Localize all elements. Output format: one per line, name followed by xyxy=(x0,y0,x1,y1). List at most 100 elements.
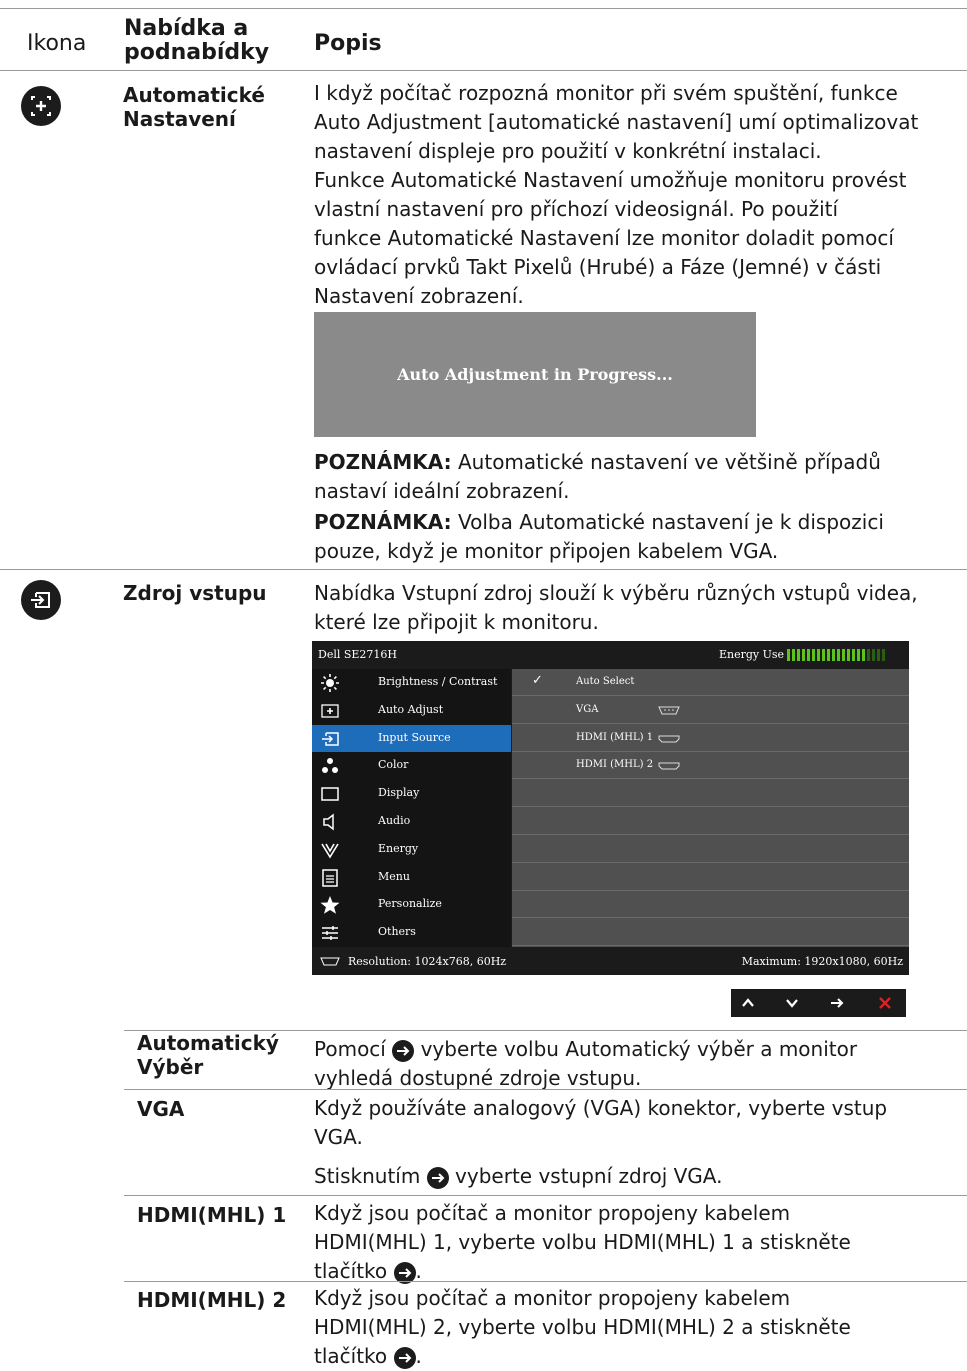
osd-submenu: ✓ Auto Select VGA HDMI (MHL) 1 HDMI (MHL) 2 xyxy=(512,669,909,947)
description-line: HDMI(MHL) 1, vyberte volbu HDMI(MHL) 1 a… xyxy=(314,1228,851,1257)
osd-menu-item-label: Display xyxy=(378,786,420,800)
energy-bar-segment xyxy=(882,649,885,661)
display-icon xyxy=(321,787,339,801)
osd-option-row xyxy=(512,891,909,919)
energy-bar-segment xyxy=(862,649,865,661)
right-arrow-button-icon xyxy=(392,1039,415,1062)
color-icon xyxy=(322,758,338,774)
close-icon[interactable] xyxy=(874,992,896,1014)
osd-menu-item[interactable]: Others xyxy=(312,919,511,946)
energy-bar-segment xyxy=(812,649,815,661)
osd-menu-item-label: Personalize xyxy=(378,897,442,911)
down-arrow-icon[interactable] xyxy=(781,992,803,1014)
description-text: HDMI(MHL) 2, vyberte volbu HDMI(MHL) 2 a… xyxy=(314,1315,851,1339)
row-rule xyxy=(124,1089,967,1090)
header-menu-column-line1: Nabídka a xyxy=(124,16,249,41)
osd-navigation-bar xyxy=(731,989,906,1017)
submenu-hdmi2-description: Když jsou počítač a monitor propojeny ka… xyxy=(314,1284,851,1371)
osd-main-menu: Brightness / Contrast Auto Adjust Input So… xyxy=(312,669,511,947)
osd-menu-item[interactable]: Display xyxy=(312,780,511,807)
auto-adjust-name-line2: Nastavení xyxy=(123,107,236,131)
header-icon-column: Ikona xyxy=(27,31,87,56)
submenu-auto-select-name-line1: Automatický xyxy=(137,1031,279,1055)
energy-bar-segment xyxy=(872,649,875,661)
osd-option-label: Auto Select xyxy=(576,676,635,687)
energy-bar-segment xyxy=(837,649,840,661)
description-line: HDMI(MHL) 2, vyberte volbu HDMI(MHL) 2 a… xyxy=(314,1313,851,1342)
description-line: Stisknutím vyberte vstupní zdroj VGA. xyxy=(314,1162,887,1191)
energy-bar-segment xyxy=(827,649,830,661)
description-text: Stisknutím xyxy=(314,1164,427,1188)
description-text: vyberte vstupní zdroj VGA. xyxy=(448,1164,723,1188)
hdmi-connector-icon xyxy=(658,762,680,770)
submenu-hdmi1-description: Když jsou počítač a monitor propojeny ka… xyxy=(314,1199,851,1286)
right-arrow-button-icon xyxy=(393,1346,416,1369)
description-line: Když používáte analogový (VGA) konektor,… xyxy=(314,1094,887,1123)
energy-bar-segment xyxy=(877,649,880,661)
auto-adjust-name-line1: Automatické xyxy=(123,83,265,107)
osd-option-row[interactable]: HDMI (MHL) 1 xyxy=(512,725,909,752)
energy-use-meter xyxy=(787,649,885,661)
submenu-auto-select-description: Pomocí vyberte volbu Automatický výběr a… xyxy=(314,1035,857,1093)
osd-option-label: HDMI (MHL) 2 xyxy=(576,759,654,771)
top-rule xyxy=(0,8,967,9)
osd-option-row xyxy=(512,919,909,947)
others-icon xyxy=(322,926,338,941)
note-label: POZNÁMKA: xyxy=(314,510,452,534)
energy-bar-segment xyxy=(792,649,795,661)
osd-menu-item-label: Others xyxy=(378,925,416,939)
osd-menu-screenshot: Dell SE2716H Energy Use Brightness / Con… xyxy=(312,641,909,975)
description-line: Pomocí vyberte volbu Automatický výběr a… xyxy=(314,1035,857,1064)
osd-menu-item-label: Auto Adjust xyxy=(378,702,444,716)
osd-menu-item-label: Menu xyxy=(378,869,410,883)
osd-menu-item[interactable]: Menu xyxy=(312,864,511,891)
osd-menu-item[interactable]: Personalize xyxy=(312,891,511,918)
energy-use-label: Energy Use xyxy=(719,648,785,661)
osd-option-row xyxy=(512,780,909,808)
osd-menu-item-label: Audio xyxy=(378,814,411,827)
osd-menu-item[interactable]: Audio xyxy=(312,808,511,835)
input-source-icon xyxy=(21,580,61,620)
description-line: Když jsou počítač a monitor propojeny ka… xyxy=(314,1284,851,1313)
osd-option-row[interactable]: VGA xyxy=(512,697,909,724)
right-arrow-button-icon xyxy=(426,1166,449,1189)
note-text: pouze, když je monitor připojen kabelem … xyxy=(314,539,779,563)
submenu-auto-select-name-line2: Výběr xyxy=(137,1055,204,1079)
osd-maximum: Maximum: 1920x1080, 60Hz xyxy=(741,955,903,968)
right-arrow-icon[interactable] xyxy=(826,992,848,1014)
description-text: Když jsou počítač a monitor propojeny ka… xyxy=(314,1201,791,1225)
auto-adjust-description: I když počítač rozpozná monitor při svém… xyxy=(314,79,918,311)
header-description-column: Popis xyxy=(314,31,382,56)
description-line: ovládací prvků Takt Pixelů (Hrubé) a Fáz… xyxy=(314,255,882,279)
osd-menu-item-label: Brightness / Contrast xyxy=(378,675,498,688)
note-text: Volba Automatické nastavení je k dispozi… xyxy=(451,510,884,534)
row-rule xyxy=(124,1281,967,1282)
osd-menu-item[interactable]: Energy xyxy=(312,836,511,863)
brightness-icon xyxy=(321,674,339,692)
description-text: Když používáte analogový (VGA) konektor,… xyxy=(314,1096,888,1120)
osd-menu-item[interactable]: Brightness / Contrast xyxy=(312,669,511,696)
osd-menu-item[interactable]: Input Source xyxy=(312,724,511,752)
osd-option-row[interactable]: ✓ Auto Select xyxy=(512,669,909,696)
osd-menu-item-label: Input Source xyxy=(378,730,451,744)
auto-adjust-icon xyxy=(21,86,61,126)
description-line: Funkce Automatické Nastavení umožňuje mo… xyxy=(314,168,907,192)
osd-title: Dell SE2716H xyxy=(318,648,398,661)
description-line: vlastní nastavení pro příchozí videosign… xyxy=(314,197,839,221)
note-1: POZNÁMKA: Automatické nastavení ve větši… xyxy=(314,448,881,506)
note-text: nastaví ideální zobrazení. xyxy=(314,479,570,503)
osd-menu-item[interactable]: Color xyxy=(312,752,511,779)
auto-adjust-icon xyxy=(321,704,339,718)
input-source-icon xyxy=(322,731,339,746)
description-text: Pomocí xyxy=(314,1037,393,1061)
osd-menu-item[interactable]: Auto Adjust xyxy=(312,697,511,724)
up-arrow-icon[interactable] xyxy=(737,992,759,1014)
submenu-hdmi2-name: HDMI(MHL) 2 xyxy=(137,1288,287,1312)
osd-option-row xyxy=(512,836,909,863)
banner-text: Auto Adjustment in Progress... xyxy=(397,365,673,384)
osd-option-row[interactable]: HDMI (MHL) 2 xyxy=(512,752,909,780)
row-rule xyxy=(124,1195,967,1196)
hdmi-connector-icon xyxy=(658,735,680,743)
input-source-name: Zdroj vstupu xyxy=(123,581,267,605)
description-text: Když jsou počítač a monitor propojeny ka… xyxy=(314,1286,791,1310)
